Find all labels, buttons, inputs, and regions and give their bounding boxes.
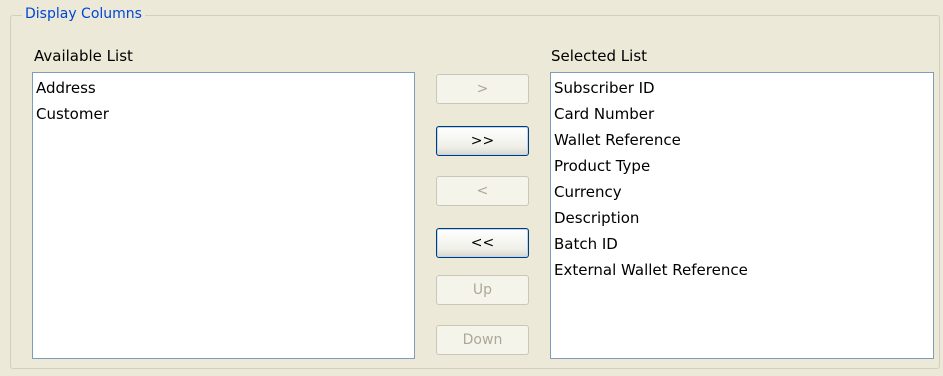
- move-up-button[interactable]: Up: [436, 275, 529, 305]
- list-item[interactable]: External Wallet Reference: [554, 257, 930, 283]
- list-item[interactable]: Currency: [554, 179, 930, 205]
- selected-list[interactable]: Subscriber ID Card Number Wallet Referen…: [550, 72, 934, 359]
- add-all-button[interactable]: >>: [436, 126, 529, 156]
- list-item[interactable]: Product Type: [554, 153, 930, 179]
- list-item[interactable]: Subscriber ID: [554, 75, 930, 101]
- selected-list-header: Selected List: [551, 47, 648, 65]
- available-list-header: Available List: [34, 47, 133, 65]
- move-down-button[interactable]: Down: [436, 325, 529, 355]
- list-item[interactable]: Batch ID: [554, 231, 930, 257]
- list-item[interactable]: Address: [36, 75, 411, 101]
- list-item[interactable]: Description: [554, 205, 930, 231]
- add-selected-button[interactable]: >: [436, 74, 529, 104]
- group-title: Display Columns: [22, 5, 145, 23]
- list-item[interactable]: Card Number: [554, 101, 930, 127]
- list-item[interactable]: Customer: [36, 101, 411, 127]
- list-item[interactable]: Wallet Reference: [554, 127, 930, 153]
- remove-all-button[interactable]: <<: [436, 228, 529, 258]
- available-list[interactable]: Address Customer: [32, 72, 415, 359]
- remove-selected-button[interactable]: <: [436, 176, 529, 206]
